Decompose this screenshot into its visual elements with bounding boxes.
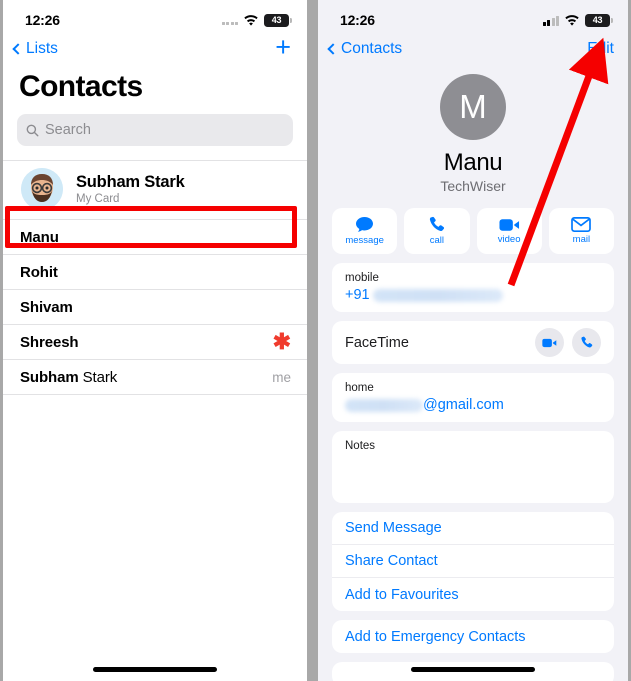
contact-trailing-me: me <box>272 369 291 385</box>
email-field-label: home <box>345 382 374 394</box>
envelope-icon <box>571 217 592 232</box>
contact-name: Rohit <box>20 263 58 281</box>
search-placeholder: Search <box>45 122 91 138</box>
chevron-left-icon <box>327 43 339 55</box>
battery-icon: 43 <box>264 13 292 27</box>
status-time: 12:26 <box>25 12 60 28</box>
contact-name: Subham Stark <box>20 368 118 386</box>
email-field-card[interactable]: home @gmail.com <box>332 373 614 422</box>
facetime-label: FaceTime <box>345 334 409 351</box>
phone-icon <box>581 336 593 348</box>
contact-row-shreesh[interactable]: Shreesh ✱ <box>3 325 307 360</box>
dual-phone-screenshot: 12:26 43 Lists + Contacts Search Subham … <box>0 0 631 681</box>
back-label: Contacts <box>341 40 403 57</box>
right-nav-bar: Contacts Edit <box>318 34 628 64</box>
video-camera-icon <box>542 338 557 347</box>
phone-field-label: mobile <box>345 272 379 284</box>
contact-row-rohit[interactable]: Rohit <box>3 255 307 290</box>
notes-card[interactable]: Notes <box>332 431 614 503</box>
phone-icon <box>430 216 445 232</box>
call-action-button[interactable]: call <box>404 208 470 254</box>
phone-field-card[interactable]: mobile +91 <box>332 263 614 312</box>
wifi-icon <box>243 14 259 26</box>
add-to-favourites-link[interactable]: Add to Favourites <box>332 578 614 611</box>
mail-action-button[interactable]: mail <box>548 208 614 254</box>
redacted-email-local <box>345 398 423 412</box>
signal-dots-icon <box>221 15 238 25</box>
email-domain: @gmail.com <box>423 397 504 413</box>
screen-divider <box>307 0 318 681</box>
message-bubble-icon <box>356 216 374 232</box>
contact-row-shivam[interactable]: Shivam <box>3 290 307 325</box>
contact-actions-card: Send Message Share Contact Add to Favour… <box>332 512 614 611</box>
edit-button[interactable]: Edit <box>587 40 614 58</box>
contact-hero: M Manu TechWiser <box>318 64 628 194</box>
home-indicator <box>93 667 217 672</box>
facetime-audio-button[interactable] <box>572 328 601 357</box>
status-bar-right: 12:26 43 <box>318 0 628 34</box>
battery-icon: 43 <box>585 13 613 27</box>
status-time: 12:26 <box>340 12 375 28</box>
phone-field-value[interactable]: +91 <box>345 287 601 303</box>
avatar[interactable]: M <box>440 74 506 140</box>
back-to-contacts-button[interactable]: Contacts <box>327 40 403 58</box>
status-bar-left: 12:26 43 <box>3 0 307 34</box>
video-action-button[interactable]: video <box>476 208 542 254</box>
battery-level: 43 <box>592 15 603 25</box>
email-field-value[interactable]: @gmail.com <box>345 397 601 413</box>
my-card-name: Subham Stark <box>76 173 185 191</box>
signal-bars-icon <box>542 15 559 26</box>
home-indicator <box>411 667 535 672</box>
facetime-card: FaceTime <box>332 321 614 364</box>
contacts-list: Subham Stark My Card Manu Rohit Shivam S… <box>3 160 307 395</box>
phone-prefix: +91 <box>345 287 370 303</box>
contact-name: Manu <box>20 228 59 246</box>
contact-organization: TechWiser <box>440 178 506 194</box>
message-action-button[interactable]: message <box>332 208 398 254</box>
contact-row-subham-stark[interactable]: Subham Stark me <box>3 360 307 395</box>
left-nav-bar: Lists + <box>3 33 307 65</box>
redacted-phone-number <box>372 288 503 302</box>
action-label: mail <box>572 234 591 245</box>
status-indicators: 43 <box>542 13 613 27</box>
action-label: video <box>497 233 521 245</box>
contact-name: Manu <box>443 149 503 176</box>
wifi-icon <box>564 14 580 26</box>
emergency-contacts-card: Add to Emergency Contacts <box>332 620 614 653</box>
send-message-link[interactable]: Send Message <box>332 512 614 545</box>
battery-level: 43 <box>271 15 282 25</box>
contact-row-manu[interactable]: Manu <box>3 220 307 255</box>
page-title: Contacts <box>19 70 143 103</box>
avatar-initial: M <box>459 88 487 125</box>
memoji-avatar <box>21 168 63 210</box>
right-phone-screen: 12:26 43 Contacts Edit M Manu TechWiser … <box>318 0 628 681</box>
add-contact-button[interactable]: + <box>275 33 291 65</box>
my-card-row[interactable]: Subham Stark My Card <box>3 160 307 220</box>
action-label: call <box>429 235 444 246</box>
add-to-emergency-contacts-link[interactable]: Add to Emergency Contacts <box>332 620 614 653</box>
video-camera-icon <box>499 218 519 231</box>
my-card-subtitle: My Card <box>76 193 120 205</box>
contact-name: Shivam <box>20 298 73 316</box>
share-contact-link[interactable]: Share Contact <box>332 545 614 578</box>
quick-actions-row: message call video mail <box>318 194 628 254</box>
search-input[interactable]: Search <box>17 114 293 146</box>
action-label: message <box>345 235 384 246</box>
back-to-lists-button[interactable]: Lists <box>12 40 58 58</box>
left-phone-screen: 12:26 43 Lists + Contacts Search Subham … <box>3 0 307 681</box>
asterisk-icon: ✱ <box>272 329 291 354</box>
search-icon <box>26 124 39 136</box>
chevron-left-icon <box>12 43 24 55</box>
facetime-video-button[interactable] <box>535 328 564 357</box>
status-indicators: 43 <box>221 13 292 27</box>
contact-name: Shreesh <box>20 333 79 351</box>
facetime-buttons <box>535 328 601 357</box>
back-label: Lists <box>26 40 58 57</box>
notes-label: Notes <box>345 440 376 452</box>
